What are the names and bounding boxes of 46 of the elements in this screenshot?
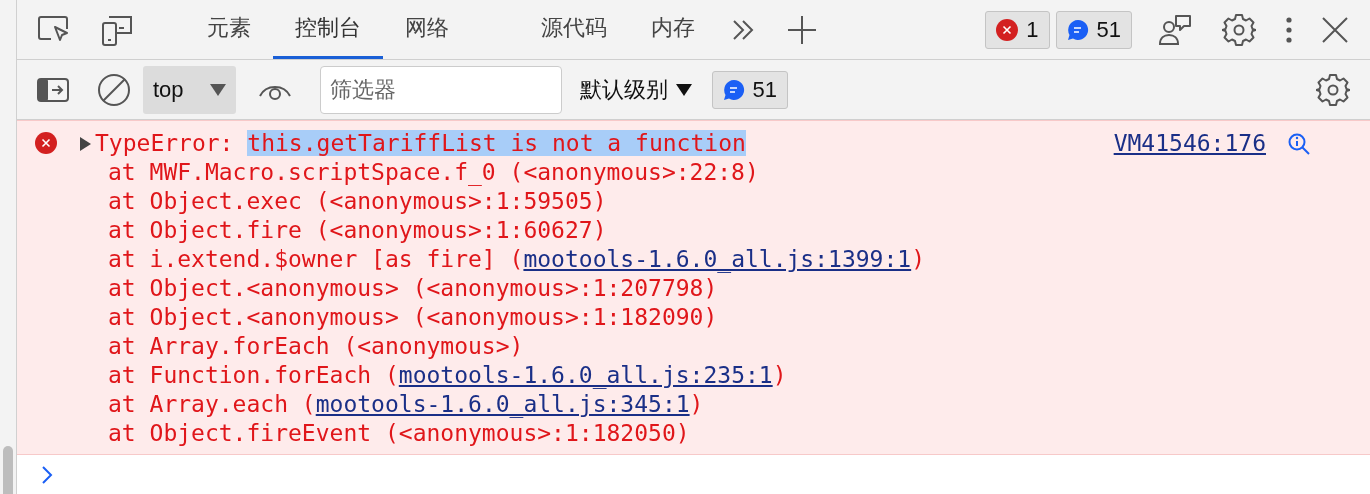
error-icon: [996, 18, 1019, 41]
panel-tab[interactable]: 源代码: [519, 0, 629, 60]
stack-trace-line: at Object.exec (<anonymous>:1:59505): [108, 187, 607, 217]
stack-trace-line: at Array.forEach (<anonymous>): [108, 332, 524, 362]
stack-trace-line: at Function.forEach (: [108, 361, 399, 391]
filter-field[interactable]: 筛选器: [319, 65, 562, 114]
plus-icon[interactable]: [787, 14, 817, 45]
scrollbar-thumb[interactable]: [3, 446, 13, 494]
error-text: TypeError: this.getTariffList is not a function: [95, 129, 746, 159]
dropdown-caret-icon: [675, 83, 692, 96]
more-options-icon[interactable]: [1286, 16, 1292, 43]
prompt-chevron-icon: [41, 464, 53, 485]
context-dropdown[interactable]: top: [143, 65, 236, 114]
sidebar-toggle-icon[interactable]: [37, 77, 69, 102]
dropdown-caret-icon: [209, 83, 226, 96]
info-search-icon[interactable]: [1288, 132, 1310, 155]
clear-console-icon[interactable]: [97, 72, 131, 107]
source-link[interactable]: mootools-1.6.0_all.js:345:1: [315, 390, 690, 420]
stack-trace-line: at Object.<anonymous> (<anonymous>:1:207798): [108, 274, 718, 304]
log-level-dropdown[interactable]: 默认级别: [579, 74, 692, 105]
stack-trace-line: ): [911, 245, 925, 275]
panel-tab[interactable]: 网络: [383, 0, 471, 60]
message-bubble-icon: [722, 78, 745, 101]
stack-trace-line: at i.extend.$owner [as fire] (: [108, 245, 524, 275]
stack-trace-line: ): [772, 361, 787, 391]
panel-tab[interactable]: 内存: [629, 0, 717, 60]
error-icon: [35, 132, 57, 155]
stack-trace-line: at Object.fireEvent (<anonymous>:1:182050): [108, 419, 690, 449]
message-counter[interactable]: 51: [1055, 10, 1132, 49]
source-link[interactable]: mootools-1.6.0_all.js:1399:1: [523, 245, 912, 275]
feedback-icon[interactable]: [1158, 13, 1192, 46]
stack-trace-line: ): [689, 390, 704, 420]
console-settings-icon[interactable]: [1316, 72, 1350, 107]
error-counter[interactable]: 1: [985, 10, 1050, 49]
stack-trace-line: at MWF.Macro.scriptSpace.f_0 (<anonymous>:22:8): [108, 158, 759, 188]
panel-tab[interactable]: 元素: [185, 0, 273, 60]
stack-trace-line: at Object.<anonymous> (<anonymous>:1:182090): [108, 303, 718, 333]
close-icon[interactable]: [1322, 16, 1348, 43]
expand-triangle-icon[interactable]: [79, 135, 91, 152]
message-counter[interactable]: 51: [711, 70, 789, 109]
stack-trace-line: at Object.fire (<anonymous>:1:60627): [108, 216, 607, 246]
message-bubble-icon: [1066, 18, 1089, 41]
stack-trace-line: at Array.each (: [108, 390, 316, 420]
source-link[interactable]: VM41546:176: [1113, 129, 1266, 159]
settings-icon[interactable]: [1222, 12, 1256, 47]
source-link[interactable]: mootools-1.6.0_all.js:235:1: [398, 361, 773, 391]
